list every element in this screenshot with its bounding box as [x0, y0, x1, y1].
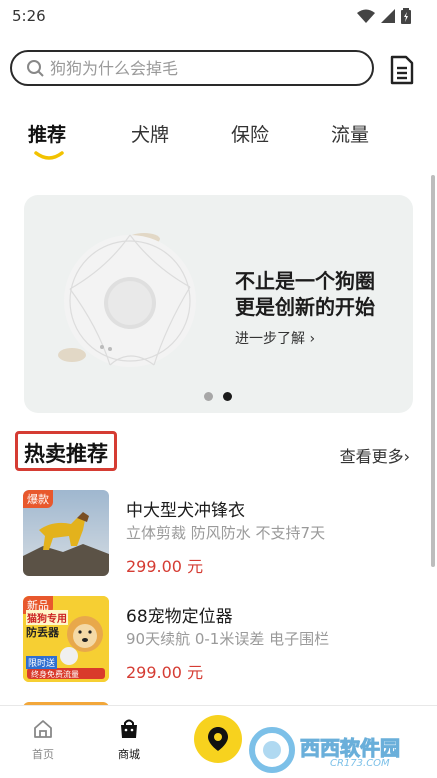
- product-badge: 爆款: [23, 490, 53, 508]
- thumb-text-line4: 终身免费流量: [31, 670, 79, 679]
- hot-sale-header: 热卖推荐 查看更多›: [15, 431, 422, 475]
- scrollbar[interactable]: [431, 175, 435, 567]
- thumb-text-line2: 防丢器: [26, 626, 59, 639]
- location-pin-icon: [208, 727, 228, 751]
- product-name: 68宠物定位器: [126, 607, 233, 627]
- product-item[interactable]: 新品 猫狗专用 防丢器 限时送 终身免费流量 68宠物定位器 90天续航 0-1…: [23, 596, 423, 686]
- carousel-indicator: [204, 392, 232, 401]
- search-icon: [27, 60, 44, 77]
- tab-insurance[interactable]: 保险: [231, 120, 269, 147]
- active-tab-indicator: [34, 151, 64, 160]
- watermark-text: 西西软件园: [300, 736, 401, 761]
- search-box[interactable]: [10, 50, 374, 86]
- tab-recommend[interactable]: 推荐: [28, 120, 66, 147]
- see-more-link[interactable]: 查看更多›: [340, 443, 410, 467]
- nav-mall[interactable]: 商城: [104, 718, 154, 762]
- banner-learn-more-link[interactable]: 进一步了解 ›: [235, 328, 315, 348]
- watermark-sub: CR173.COM: [330, 758, 390, 769]
- home-icon: [34, 720, 52, 738]
- product-item[interactable]: 爆款 中大型犬冲锋衣 立体剪裁 防风防水 不支持7天 299.00 元: [23, 490, 423, 580]
- dog-collar-device-image: [58, 233, 196, 367]
- search-input[interactable]: [48, 57, 352, 79]
- product-thumbnail: 爆款: [23, 490, 109, 576]
- banner-headline-line2: 更是创新的开始: [235, 295, 375, 319]
- section-title: 热卖推荐: [15, 431, 117, 471]
- nav-home-label: 首页: [32, 748, 54, 761]
- banner-headline: 不止是一个狗圈 更是创新的开始: [235, 268, 405, 320]
- wifi-icon: [357, 9, 375, 23]
- watermark-logo: 西西软件园 CR173.COM: [246, 720, 436, 777]
- product-price: 299.00 元: [126, 557, 204, 576]
- promo-banner[interactable]: 不止是一个狗圈 更是创新的开始 进一步了解 ›: [24, 195, 413, 413]
- thumb-text-line3: 限时送: [26, 656, 58, 669]
- tab-data-plan[interactable]: 流量: [331, 120, 369, 147]
- nav-mall-label: 商城: [118, 748, 140, 761]
- shopping-bag-icon: [121, 719, 137, 738]
- battery-icon: [401, 8, 411, 24]
- status-icons: [357, 8, 411, 24]
- banner-headline-line1: 不止是一个狗圈: [235, 269, 375, 293]
- product-thumbnail: 新品 猫狗专用 防丢器 限时送 终身免费流量: [23, 596, 109, 682]
- nav-home[interactable]: 首页: [18, 718, 68, 762]
- signal-icon: [381, 9, 395, 23]
- carousel-dot-active[interactable]: [223, 392, 232, 401]
- product-name: 中大型犬冲锋衣: [126, 501, 245, 521]
- product-desc: 立体剪裁 防风防水 不支持7天: [126, 524, 326, 542]
- product-price: 299.00 元: [126, 663, 204, 682]
- status-bar: 5:26: [0, 0, 437, 32]
- product-desc: 90天续航 0-1米误差 电子围栏: [126, 630, 330, 648]
- thumb-text-line1: 猫狗专用: [26, 610, 68, 625]
- locate-button[interactable]: [194, 715, 242, 763]
- category-tabs: 推荐 犬牌 保险 流量: [0, 118, 437, 158]
- carousel-dot[interactable]: [204, 392, 213, 401]
- status-time: 5:26: [12, 7, 46, 25]
- tab-dog-tag[interactable]: 犬牌: [131, 120, 169, 147]
- document-icon[interactable]: [389, 55, 415, 85]
